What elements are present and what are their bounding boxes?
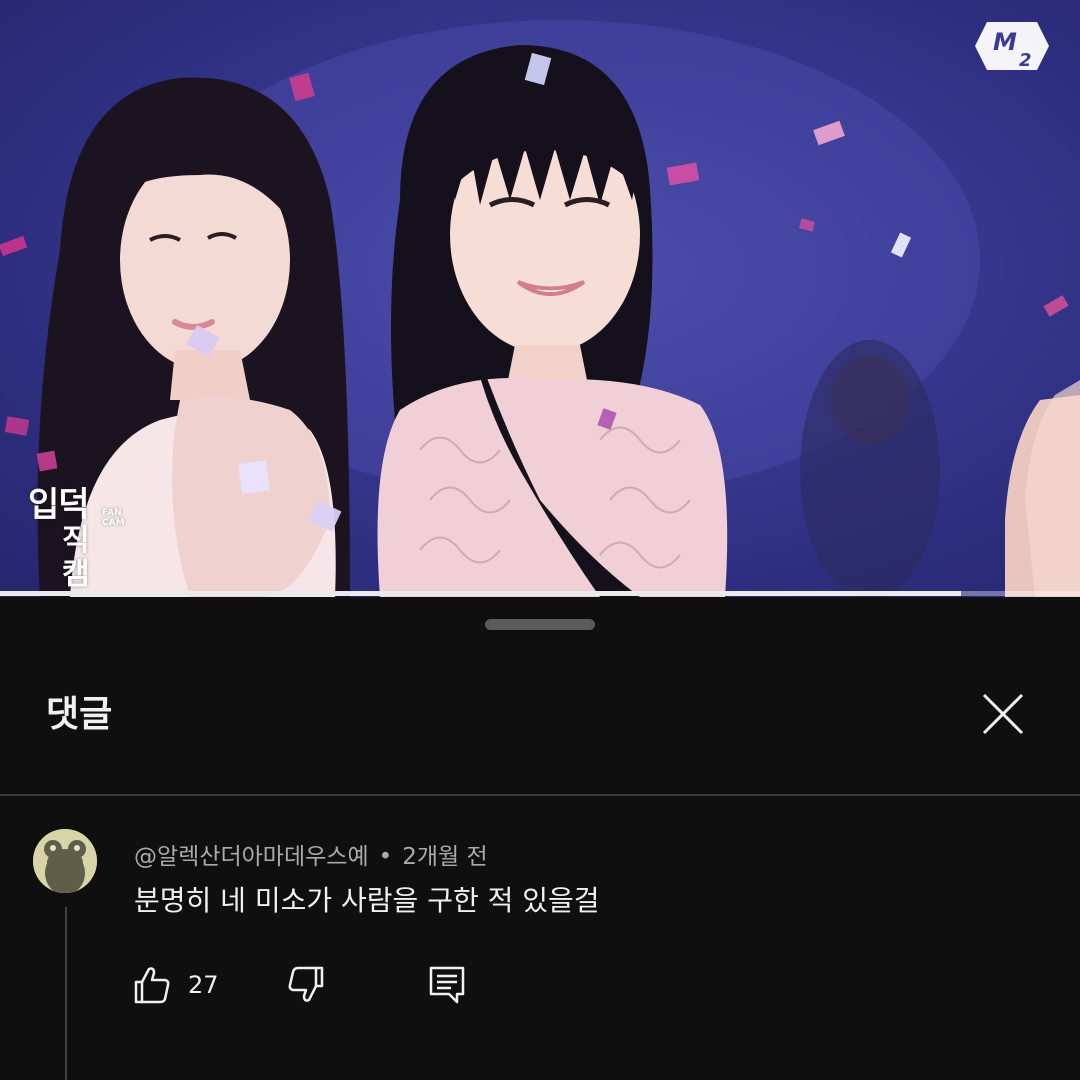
frog-avatar-icon <box>33 829 97 893</box>
svg-text:M: M <box>993 28 1017 56</box>
reply-icon <box>429 966 465 1004</box>
thumbs-up-icon <box>134 967 170 1004</box>
thread-line <box>65 907 67 1080</box>
avatar[interactable] <box>33 829 97 893</box>
meta-separator: • <box>378 844 393 870</box>
video-frame <box>0 20 1080 597</box>
comments-sheet: 댓글 @알렉산더아마데우스예 • 2개월 전 분명히 네 미소가 사람을 구한 적 … <box>0 597 1080 1080</box>
fancam-watermark: 입덕 FAN CAM 직캠 <box>28 485 125 592</box>
comment-meta: @알렉산더아마데우스예 • 2개월 전 <box>134 837 488 871</box>
m2-logo: M 2 <box>975 22 1049 71</box>
watermark-line1: 입덕 <box>28 485 90 525</box>
close-button[interactable] <box>978 689 1028 739</box>
header-divider <box>0 794 1080 796</box>
comment-text: 분명히 네 미소가 사람을 구한 적 있을걸 <box>134 884 600 917</box>
dislike-button[interactable] <box>286 962 328 1008</box>
video-player[interactable]: M 2 입덕 FAN CAM 직캠 <box>0 0 1080 597</box>
watermark-badge: FAN CAM <box>102 508 125 528</box>
video-progress-fill <box>0 591 962 596</box>
watermark-line2: 직캠 <box>62 523 90 592</box>
svg-text:2: 2 <box>1019 50 1032 71</box>
close-icon <box>982 693 1024 735</box>
reply-button[interactable] <box>426 962 468 1008</box>
like-count: 27 <box>188 971 219 999</box>
sheet-title: 댓글 <box>46 694 113 735</box>
comment-author[interactable]: @알렉산더아마데우스예 <box>134 844 369 870</box>
drag-handle[interactable] <box>485 619 595 630</box>
comment-time: 2개월 전 <box>402 844 488 870</box>
like-button[interactable]: 27 <box>130 962 219 1008</box>
video-progress-bar[interactable] <box>0 591 1080 596</box>
thumbs-down-icon <box>288 966 324 1002</box>
